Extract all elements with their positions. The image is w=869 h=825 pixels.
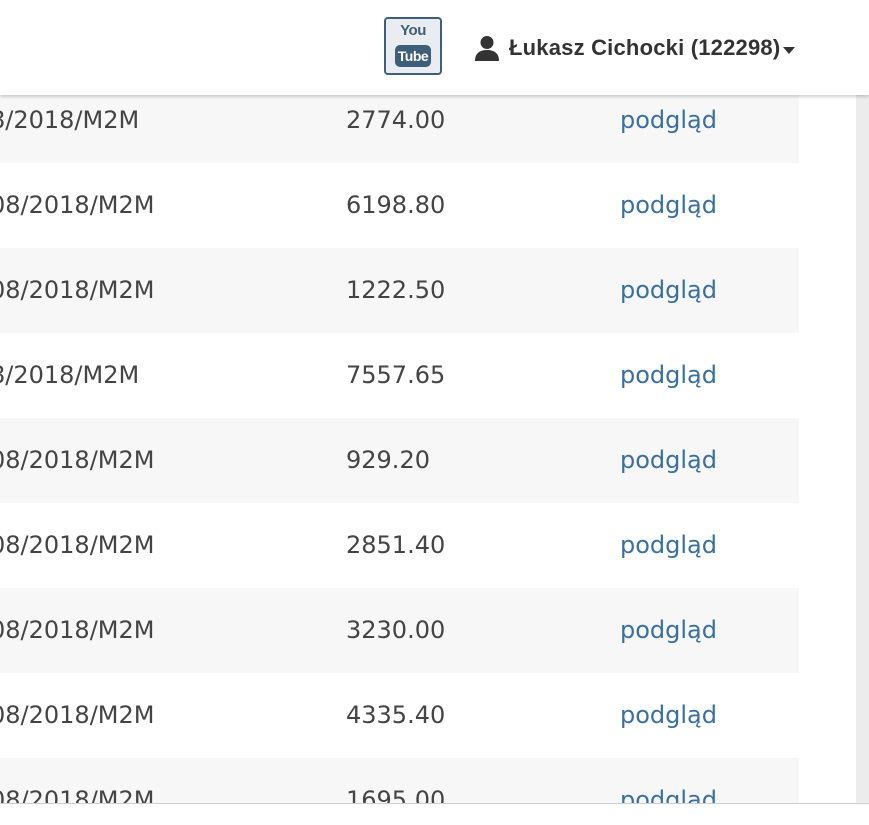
invoice-number: 8/2018/M2M [0,361,140,389]
invoice-amount: 1695.00 [346,786,446,803]
youtube-logo-text: You [400,22,426,39]
invoice-number: 08/2018/M2M [0,701,155,729]
preview-link[interactable]: podgląd [620,673,717,758]
invoice-amount: 1222.50 [346,276,446,304]
top-navbar: You Tube Łukasz Cichocki (122298) [0,0,869,95]
chevron-down-icon [783,46,796,54]
preview-link[interactable]: podgląd [620,163,717,248]
table-row: 8/2018/M2M 7557.65 podgląd [0,333,799,418]
preview-link[interactable]: podgląd [620,588,717,673]
preview-link[interactable]: podgląd [620,503,717,588]
table-row: 08/2018/M2M 6198.80 podgląd [0,163,799,248]
invoice-number: 08/2018/M2M [0,786,155,803]
scrollbar-track[interactable] [856,95,869,803]
preview-link[interactable]: podgląd [620,248,717,333]
invoice-number: 08/2018/M2M [0,616,155,644]
table-row: 08/2018/M2M 4335.40 podgląd [0,673,799,758]
user-name: Łukasz Cichocki (122298) [509,35,781,60]
invoice-table: 8/2018/M2M 2774.00 podgląd 08/2018/M2M 6… [0,78,799,803]
table-row: 08/2018/M2M 929.20 podgląd [0,418,799,503]
invoice-amount: 6198.80 [346,191,446,219]
table-row: 08/2018/M2M 2851.40 podgląd [0,503,799,588]
invoice-table-area: 8/2018/M2M 2774.00 podgląd 08/2018/M2M 6… [0,0,869,803]
invoice-number: 08/2018/M2M [0,531,155,559]
invoice-amount: 4335.40 [346,701,446,729]
youtube-logo-tube: Tube [395,45,431,67]
invoice-amount: 3230.00 [346,616,446,644]
youtube-button[interactable]: You Tube [384,17,442,75]
footer-area [0,804,869,825]
preview-link[interactable]: podgląd [620,418,717,503]
invoice-amount: 7557.65 [346,361,446,389]
preview-link[interactable]: podgląd [620,333,717,418]
user-icon [475,36,499,61]
table-row: 08/2018/M2M 3230.00 podgląd [0,588,799,673]
invoice-amount: 2851.40 [346,531,446,559]
preview-link[interactable]: podgląd [620,758,717,803]
invoice-number: 08/2018/M2M [0,191,155,219]
user-menu[interactable]: Łukasz Cichocki (122298) [473,28,796,68]
table-row: 08/2018/M2M 1222.50 podgląd [0,248,799,333]
invoice-number: 08/2018/M2M [0,276,155,304]
table-row: 08/2018/M2M 1695.00 podgląd [0,758,799,803]
invoice-number: 08/2018/M2M [0,446,155,474]
invoice-amount: 929.20 [346,446,430,474]
